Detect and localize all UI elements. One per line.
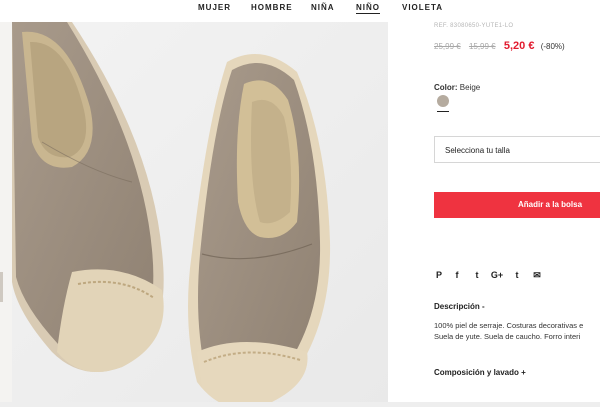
discount-badge: (-80%) [540, 42, 565, 51]
product-image[interactable] [12, 22, 388, 407]
twitter-icon[interactable]: t [472, 269, 482, 281]
nav-item-hombre[interactable]: HOMBRE [251, 3, 293, 12]
color-swatch-beige[interactable] [437, 95, 449, 107]
nav-item-nina[interactable]: NIÑA [311, 3, 335, 12]
swatch-selected-indicator [437, 111, 449, 112]
gallery-edge [0, 22, 12, 407]
bottom-bar [0, 402, 600, 407]
nav-item-nino[interactable]: NIÑO [356, 3, 380, 14]
gallery-prev-peek[interactable] [0, 272, 3, 302]
email-icon[interactable]: ✉ [532, 269, 542, 281]
composition-toggle[interactable]: Composición y lavado + [434, 368, 526, 377]
price-row: 25,99 € 15,99 € 5,20 € (-80%) [434, 40, 565, 52]
facebook-icon[interactable]: f [452, 269, 462, 281]
color-label: Color: Beige [434, 83, 480, 92]
description-text: 100% piel de serraje. Costuras decorativ… [434, 320, 600, 342]
top-navigation: MUJER HOMBRE NIÑA NIÑO VIOLETA [0, 0, 600, 18]
product-reference: REF. 83080650-YUTE1-LO [434, 23, 514, 29]
size-select-placeholder: Selecciona tu talla [445, 146, 510, 155]
nav-item-violeta[interactable]: VIOLETA [402, 3, 443, 12]
color-label-key: Color: [434, 83, 458, 92]
original-price-1: 25,99 € [434, 42, 461, 51]
nav-item-mujer[interactable]: MUJER [198, 3, 231, 12]
google-plus-icon[interactable]: G+ [490, 269, 504, 281]
color-label-value: Beige [459, 83, 481, 92]
add-to-bag-button[interactable]: Añadir a la bolsa [434, 192, 600, 218]
espadrilles-illustration [12, 22, 388, 407]
description-line-1: 100% piel de serraje. Costuras decorativ… [434, 321, 584, 330]
tumblr-icon[interactable]: t [512, 269, 522, 281]
add-to-bag-label: Añadir a la bolsa [518, 200, 583, 209]
description-toggle[interactable]: Descripción - [434, 302, 485, 311]
original-price-2: 15,99 € [468, 42, 496, 51]
size-select[interactable]: Selecciona tu talla [434, 136, 600, 163]
pinterest-icon[interactable]: P [434, 269, 444, 281]
description-line-2: Suela de yute. Suela de caucho. Forro in… [434, 332, 581, 341]
current-price: 5,20 € [503, 40, 535, 52]
